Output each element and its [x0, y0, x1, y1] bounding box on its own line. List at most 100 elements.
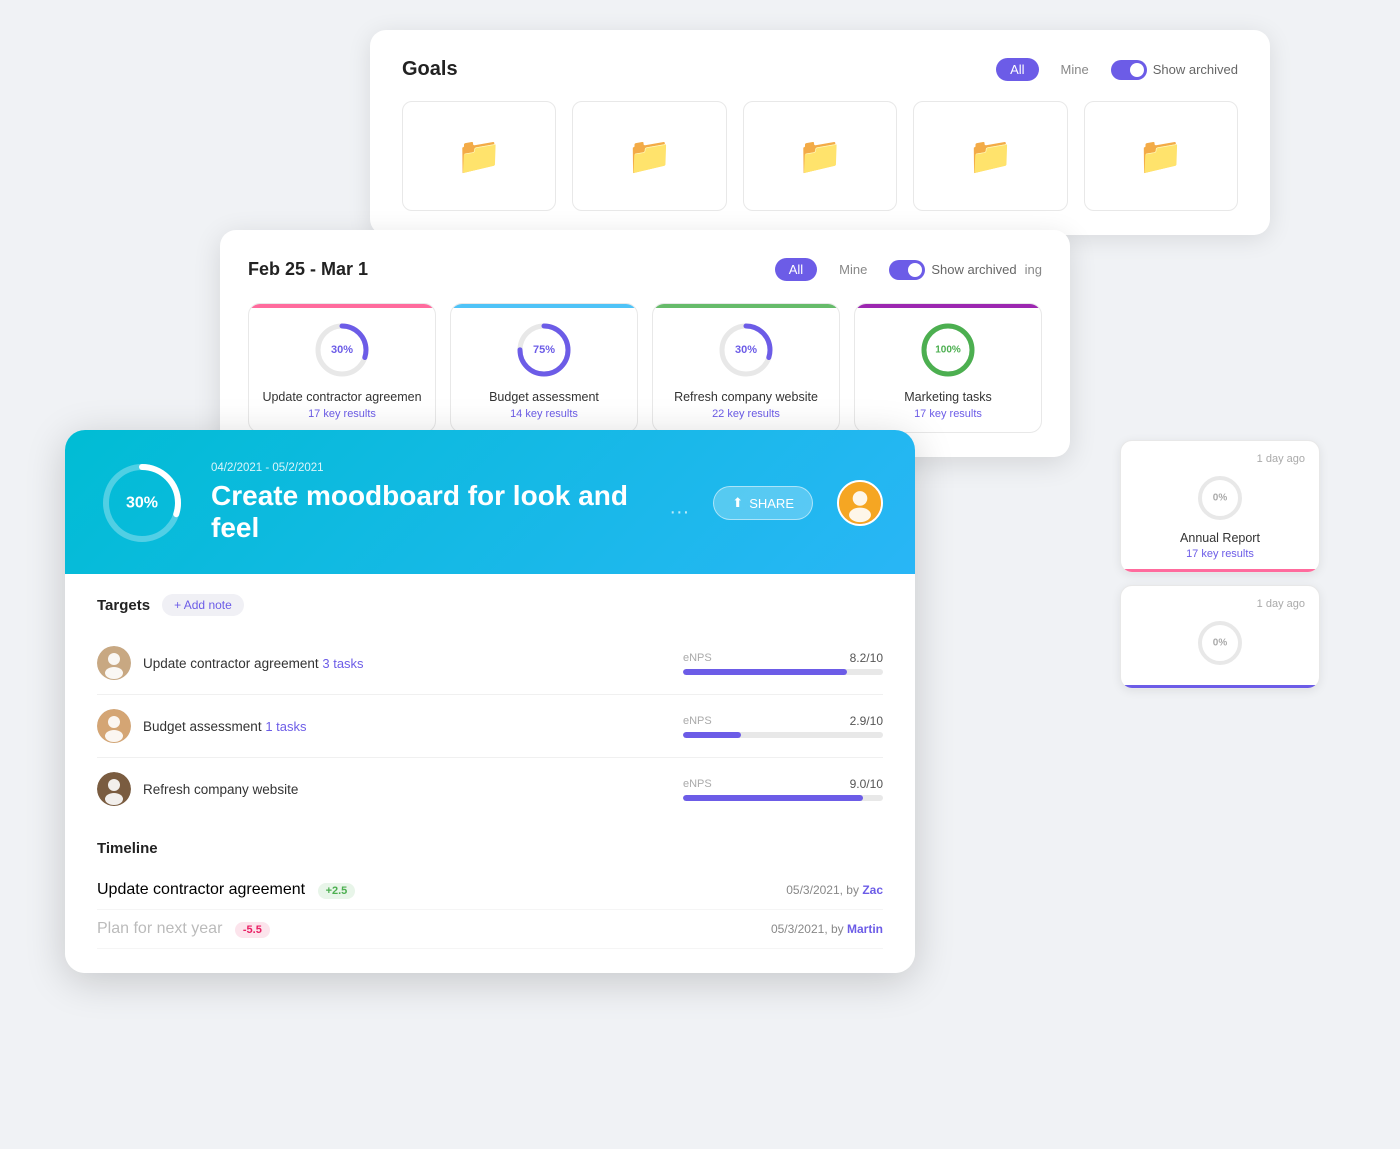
target-1-metric: eNPS 8.2/10 — [683, 651, 883, 675]
weekly-partial-label: ing — [1025, 262, 1042, 277]
folder-card-5[interactable]: 📁 — [1084, 101, 1238, 211]
timeline-1-right: 05/3/2021, by Zac — [786, 883, 883, 897]
folder-card-1[interactable]: 📁 — [402, 101, 556, 211]
right-card-2[interactable]: 1 day ago 0% — [1120, 585, 1320, 689]
target-3-progress-fill — [683, 795, 863, 801]
svg-text:0%: 0% — [1213, 638, 1228, 649]
target-row-1: Update contractor agreement 3 tasks eNPS… — [97, 632, 883, 695]
goals-archived-toggle[interactable] — [1111, 60, 1147, 80]
goals-filter-group: All Mine Show archived — [996, 58, 1238, 81]
target-2-name: Budget assessment 1 tasks — [143, 719, 683, 734]
main-header-text: 04/2/2021 - 05/2/2021 Create moodboard f… — [211, 462, 689, 544]
goals-panel-title: Goals — [402, 58, 458, 81]
target-2-link[interactable]: 1 tasks — [265, 719, 306, 734]
goals-filter-all[interactable]: All — [996, 58, 1038, 81]
goal-card-4[interactable]: 100% Marketing tasks 17 key results — [854, 303, 1042, 433]
main-header-title: Create moodboard for look and feel — [211, 480, 653, 544]
target-avatar-2 — [97, 709, 131, 743]
timeline-2-text: Plan for next year — [97, 920, 222, 937]
timeline-2-badge: -5.5 — [235, 922, 270, 938]
targets-title: Targets — [97, 597, 150, 614]
target-2-metric-value: 2.9/10 — [850, 714, 883, 728]
timeline-2-label: Plan for next year -5.5 — [97, 920, 270, 938]
folder-icon-2: 📁 — [627, 135, 672, 177]
avatar — [837, 480, 883, 526]
weekly-panel-title: Feb 25 - Mar 1 — [248, 259, 368, 280]
timeline-1-author: Zac — [862, 883, 883, 897]
target-3-metric-value: 9.0/10 — [850, 777, 883, 791]
weekly-filter-group: All Mine Show archived ing — [775, 258, 1042, 281]
timeline-title: Timeline — [97, 840, 883, 857]
target-2-progress-fill — [683, 732, 741, 738]
goal-card-2-sub: 14 key results — [510, 408, 578, 420]
goal-card-4-sub: 17 key results — [914, 408, 982, 420]
target-row-2: Budget assessment 1 tasks eNPS 2.9/10 — [97, 695, 883, 758]
right-card-1-timestamp: 1 day ago — [1135, 453, 1305, 465]
right-card-1-circle: 0% — [1135, 473, 1305, 523]
right-card-2-circle: 0% — [1135, 618, 1305, 668]
svg-text:30%: 30% — [126, 495, 158, 512]
folder-card-3[interactable]: 📁 — [743, 101, 897, 211]
target-avatar-1 — [97, 646, 131, 680]
timeline-2-right: 05/3/2021, by Martin — [771, 922, 883, 936]
weekly-archived-toggle[interactable] — [889, 260, 925, 280]
goals-toggle-wrap: Show archived — [1111, 60, 1238, 80]
goal-card-1-name: Update contractor agreemen — [262, 390, 421, 404]
svg-text:30%: 30% — [735, 344, 757, 356]
goal-cards-row: 30% Update contractor agreemen 17 key re… — [248, 303, 1042, 433]
goal-card-1-sub: 17 key results — [308, 408, 376, 420]
folder-icon-3: 📁 — [798, 135, 843, 177]
target-row-3: Refresh company website eNPS 9.0/10 — [97, 758, 883, 820]
folder-icon-4: 📁 — [968, 135, 1013, 177]
folder-card-2[interactable]: 📁 — [572, 101, 726, 211]
goal-card-2-name: Budget assessment — [489, 390, 599, 404]
target-2-metric: eNPS 2.9/10 — [683, 714, 883, 738]
svg-text:30%: 30% — [331, 344, 353, 356]
goals-folder-row: 📁 📁 📁 📁 📁 — [402, 101, 1238, 211]
right-card-1-sub: 17 key results — [1135, 548, 1305, 560]
more-options-icon[interactable]: ··· — [669, 501, 689, 524]
svg-text:100%: 100% — [935, 345, 961, 356]
share-button[interactable]: ⬆ SHARE — [713, 486, 813, 520]
svg-text:0%: 0% — [1213, 493, 1228, 504]
goals-panel-header: Goals All Mine Show archived — [402, 58, 1238, 81]
main-header-date: 04/2/2021 - 05/2/2021 — [211, 462, 689, 474]
right-card-1[interactable]: 1 day ago 0% Annual Report 17 key result… — [1120, 440, 1320, 573]
main-progress-circle: 30% — [97, 458, 187, 548]
timeline-row-2: Plan for next year -5.5 05/3/2021, by Ma… — [97, 910, 883, 949]
main-panel: 30% 04/2/2021 - 05/2/2021 Create moodboa… — [65, 430, 915, 973]
goals-toggle-label: Show archived — [1153, 62, 1238, 77]
right-card-2-timestamp: 1 day ago — [1135, 598, 1305, 610]
goal-card-3[interactable]: 30% Refresh company website 22 key resul… — [652, 303, 840, 433]
right-cards-panel: 1 day ago 0% Annual Report 17 key result… — [1120, 440, 1320, 689]
target-3-metric: eNPS 9.0/10 — [683, 777, 883, 801]
goal-card-1[interactable]: 30% Update contractor agreemen 17 key re… — [248, 303, 436, 433]
timeline-section: Timeline Update contractor agreement +2.… — [97, 820, 883, 949]
main-panel-body: Targets + Add note Update contractor agr… — [65, 574, 915, 973]
weekly-panel-header: Feb 25 - Mar 1 All Mine Show archived in… — [248, 258, 1042, 281]
weekly-panel: Feb 25 - Mar 1 All Mine Show archived in… — [220, 230, 1070, 457]
targets-section: Targets + Add note Update contractor agr… — [97, 574, 883, 820]
weekly-filter-all[interactable]: All — [775, 258, 817, 281]
main-panel-header: 30% 04/2/2021 - 05/2/2021 Create moodboa… — [65, 430, 915, 574]
weekly-toggle-wrap: Show archived — [889, 260, 1016, 280]
timeline-2-author: Martin — [847, 922, 883, 936]
target-1-link[interactable]: 3 tasks — [322, 656, 363, 671]
target-2-progress-wrap — [683, 732, 883, 738]
target-1-progress-wrap — [683, 669, 883, 675]
weekly-toggle-label: Show archived — [931, 262, 1016, 277]
folder-icon-5: 📁 — [1138, 135, 1183, 177]
target-3-name: Refresh company website — [143, 782, 683, 797]
weekly-filter-mine[interactable]: Mine — [825, 258, 881, 281]
right-card-1-name: Annual Report — [1135, 531, 1305, 545]
target-1-metric-label: eNPS — [683, 652, 712, 664]
target-3-progress-wrap — [683, 795, 883, 801]
goals-filter-mine[interactable]: Mine — [1047, 58, 1103, 81]
target-1-progress-fill — [683, 669, 847, 675]
goal-card-2[interactable]: 75% Budget assessment 14 key results — [450, 303, 638, 433]
share-icon: ⬆ — [732, 495, 743, 511]
target-3-metric-label: eNPS — [683, 778, 712, 790]
svg-text:75%: 75% — [533, 344, 555, 356]
folder-card-4[interactable]: 📁 — [913, 101, 1067, 211]
add-note-button[interactable]: + Add note — [162, 594, 244, 616]
